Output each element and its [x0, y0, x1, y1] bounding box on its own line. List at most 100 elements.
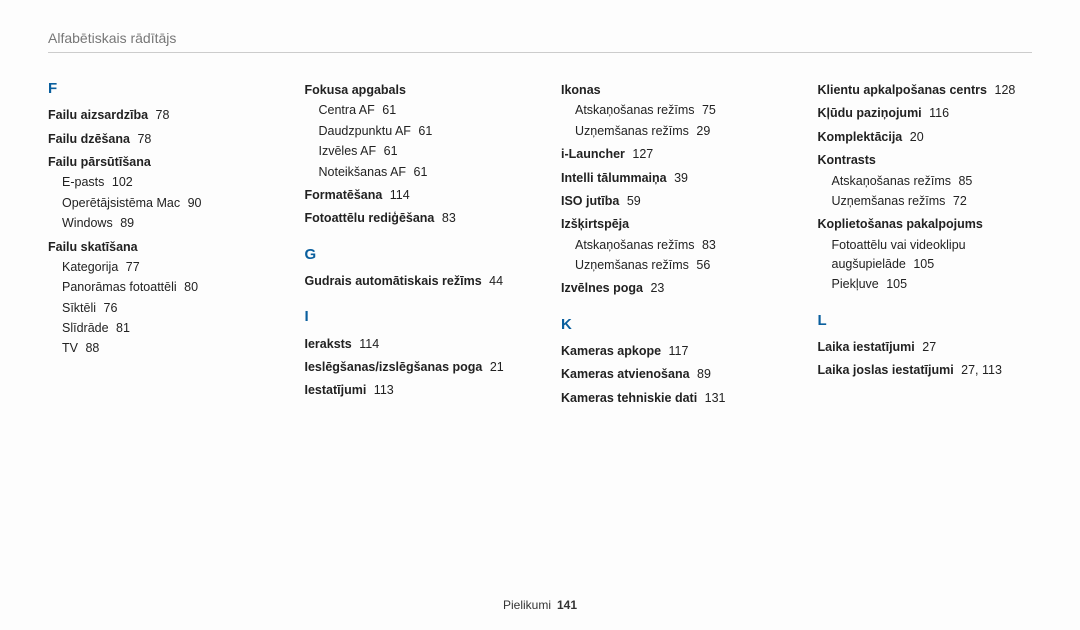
index-entry: i-Launcher 127 — [561, 145, 776, 164]
index-subentry-page: 75 — [699, 103, 716, 117]
index-entry-page: 116 — [926, 106, 949, 120]
index-subentry-page: 88 — [82, 341, 99, 355]
index-entry-page: 114 — [386, 188, 409, 202]
index-subentry: Atskaņošanas režīms 85 — [818, 172, 1033, 191]
index-entry: Failu aizsardzība 78 — [48, 106, 263, 125]
index-subentry-page: 61 — [410, 165, 427, 179]
index-subentry-page: 76 — [100, 301, 117, 315]
page-header: Alfabētiskais rādītājs — [48, 30, 1032, 46]
index-subentry-text: Atskaņošanas režīms — [575, 238, 695, 252]
index-entry: Formatēšana 114 — [305, 186, 520, 205]
index-subentry-text: Daudzpunktu AF — [319, 124, 411, 138]
index-entry-text: Failu pārsūtīšana — [48, 155, 151, 169]
index-subentry: Slīdrāde 81 — [48, 319, 263, 338]
index-entry-text: Kameras apkope — [561, 344, 661, 358]
index-entry-text: Ieraksts — [305, 337, 352, 351]
index-section-letter: L — [818, 309, 1033, 332]
index-entry-page: 44 — [486, 274, 503, 288]
index-entry: Kameras atvienošana 89 — [561, 365, 776, 384]
index-subentry-page: 105 — [910, 257, 934, 271]
index-entry: Failu skatīšana — [48, 238, 263, 257]
index-subentry: Kategorija 77 — [48, 258, 263, 277]
index-subentry: Uzņemšanas režīms 56 — [561, 256, 776, 275]
index-entry: Laika iestatījumi 27 — [818, 338, 1033, 357]
footer-page-number: 141 — [557, 598, 577, 612]
index-entry: Izšķirtspēja — [561, 215, 776, 234]
index-subentry-text: Noteikšanas AF — [319, 165, 407, 179]
index-entry-text: Izšķirtspēja — [561, 217, 629, 231]
index-subentry: Sīktēli 76 — [48, 299, 263, 318]
index-entry-text: ISO jutība — [561, 194, 619, 208]
index-entry-text: Gudrais automātiskais režīms — [305, 274, 482, 288]
index-entry-text: Failu skatīšana — [48, 240, 138, 254]
index-subentry-page: 83 — [699, 238, 716, 252]
index-subentry-page: 90 — [184, 196, 201, 210]
index-entry-text: Laika joslas iestatījumi — [818, 363, 954, 377]
index-entry-text: Izvēlnes poga — [561, 281, 643, 295]
index-subentry-page: 89 — [117, 216, 134, 230]
index-entry-text: Kontrasts — [818, 153, 876, 167]
index-subentry-page: 80 — [181, 280, 198, 294]
index-entry-text: Kameras tehniskie dati — [561, 391, 697, 405]
index-subentry: Uzņemšanas režīms 72 — [818, 192, 1033, 211]
index-entry: Klientu apkalpošanas centrs 128 — [818, 81, 1033, 100]
index-entry-page: 127 — [629, 147, 653, 161]
index-subentry-text: Panorāmas fotoattēli — [62, 280, 177, 294]
index-subentry: Noteikšanas AF 61 — [305, 163, 520, 182]
index-subentry-text: Kategorija — [62, 260, 118, 274]
index-entry: Failu dzēšana 78 — [48, 130, 263, 149]
index-column: IkonasAtskaņošanas režīms 75Uzņemšanas r… — [561, 77, 776, 408]
index-entry-text: Laika iestatījumi — [818, 340, 915, 354]
index-entry-page: 89 — [694, 367, 711, 381]
index-entry-page: 113 — [370, 383, 393, 397]
index-entry-page: 23 — [647, 281, 664, 295]
index-entry: Ieslēgšanas/izslēgšanas poga 21 — [305, 358, 520, 377]
index-section-letter: G — [305, 243, 520, 266]
index-entry: Gudrais automātiskais režīms 44 — [305, 272, 520, 291]
index-subentry-text: Atskaņošanas režīms — [832, 174, 952, 188]
index-subentry-text: Uzņemšanas režīms — [575, 124, 689, 138]
index-entry-page: 78 — [152, 108, 169, 122]
index-entry-text: Koplietošanas pakalpojums — [818, 217, 983, 231]
index-entry: ISO jutība 59 — [561, 192, 776, 211]
index-entry: Kameras tehniskie dati 131 — [561, 389, 776, 408]
index-entry-page: 114 — [356, 337, 379, 351]
index-entry-text: Fotoattēlu rediģēšana — [305, 211, 435, 225]
index-subentry-page: 77 — [122, 260, 139, 274]
index-entry-text: Formatēšana — [305, 188, 383, 202]
index-entry-text: Intelli tālummaiņa — [561, 171, 667, 185]
index-entry: Fotoattēlu rediģēšana 83 — [305, 209, 520, 228]
index-entry: Laika joslas iestatījumi 27, 113 — [818, 361, 1033, 380]
index-entry-page: 117 — [665, 344, 688, 358]
index-entry-page: 78 — [134, 132, 151, 146]
index-entry-page: 21 — [486, 360, 503, 374]
index-subentry: Panorāmas fotoattēli 80 — [48, 278, 263, 297]
index-subentry-page: 72 — [949, 194, 966, 208]
index-subentry: Atskaņošanas režīms 75 — [561, 101, 776, 120]
index-entry: Kameras apkope 117 — [561, 342, 776, 361]
index-subentry-text: Operētājsistēma Mac — [62, 196, 180, 210]
header-rule — [48, 52, 1032, 53]
index-entry: Ikonas — [561, 81, 776, 100]
index-entry-text: Failu aizsardzība — [48, 108, 148, 122]
index-entry: Ieraksts 114 — [305, 335, 520, 354]
index-subentry-text: Sīktēli — [62, 301, 96, 315]
index-subentry: Piekļuve 105 — [818, 275, 1033, 294]
index-entry: Intelli tālummaiņa 39 — [561, 169, 776, 188]
index-entry-page: 59 — [623, 194, 640, 208]
index-subentry: Windows 89 — [48, 214, 263, 233]
index-subentry-text: Uzņemšanas režīms — [575, 258, 689, 272]
index-entry: Kļūdu paziņojumi 116 — [818, 104, 1033, 123]
index-entry-text: Kameras atvienošana — [561, 367, 690, 381]
page: Alfabētiskais rādītājs FFailu aizsardzīb… — [0, 0, 1080, 630]
index-subentry: Daudzpunktu AF 61 — [305, 122, 520, 141]
index-subentry-text: TV — [62, 341, 78, 355]
index-subentry-text: Slīdrāde — [62, 321, 109, 335]
index-entry-text: i-Launcher — [561, 147, 625, 161]
index-subentry: Atskaņošanas režīms 83 — [561, 236, 776, 255]
index-subentry: Uzņemšanas režīms 29 — [561, 122, 776, 141]
index-entry: Koplietošanas pakalpojums — [818, 215, 1033, 234]
index-subentry-page: 85 — [955, 174, 972, 188]
index-entry-text: Komplektācija — [818, 130, 903, 144]
index-section-letter: K — [561, 313, 776, 336]
